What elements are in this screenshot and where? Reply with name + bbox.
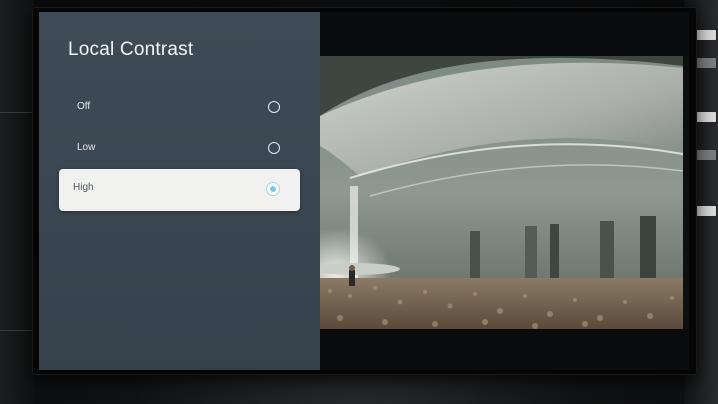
radio-unselected-icon[interactable] xyxy=(268,142,280,154)
letterbox-bottom xyxy=(320,329,689,370)
panel-title: Local Contrast xyxy=(68,39,194,60)
video-preview xyxy=(320,56,683,329)
option-label: Off xyxy=(77,101,91,112)
rack-line xyxy=(0,112,34,113)
option-low[interactable]: Low xyxy=(59,129,300,171)
room-left-wall xyxy=(0,0,34,404)
rack-line xyxy=(0,330,34,331)
concert-arena-image xyxy=(320,56,683,329)
option-label: High xyxy=(73,182,94,193)
radio-unselected-icon[interactable] xyxy=(268,101,280,113)
tv-screen: Local Contrast Off Low High xyxy=(39,12,689,370)
letterbox-top xyxy=(320,12,689,56)
option-high[interactable]: High xyxy=(59,169,300,211)
option-label: Low xyxy=(77,142,96,153)
radio-selected-icon[interactable] xyxy=(266,182,280,196)
settings-panel: Local Contrast Off Low High xyxy=(39,12,320,370)
option-off[interactable]: Off xyxy=(59,88,300,130)
